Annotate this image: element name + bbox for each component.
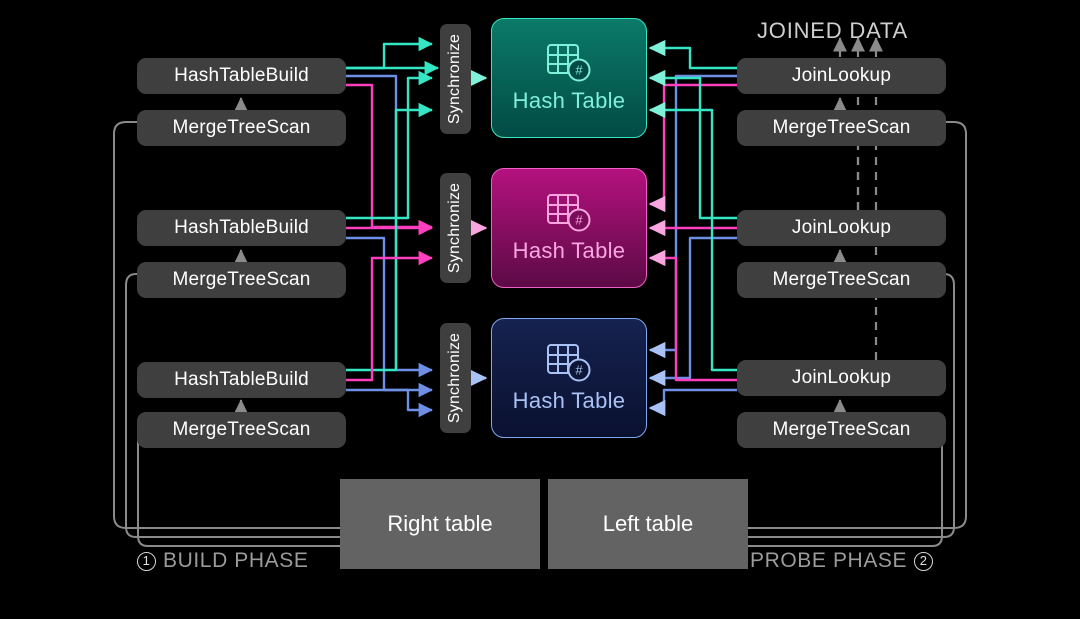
node-label: HashTableBuild [174, 217, 309, 238]
node-label: HashTableBuild [174, 65, 309, 86]
svg-text:#: # [575, 63, 583, 78]
left-table-box[interactable]: Left table [548, 479, 748, 569]
node-label: JoinLookup [791, 65, 892, 86]
hash-table-icon: # [545, 42, 593, 84]
node-label: MergeTreeScan [772, 269, 911, 290]
node-hashtablebuild-1[interactable]: HashTableBuild [137, 58, 346, 94]
node-synchronize-3[interactable]: Synchronize [440, 323, 471, 433]
phase-text-2: PROBE PHASE [750, 549, 908, 572]
node-mergetreescan-right-1[interactable]: MergeTreeScan [737, 110, 946, 146]
node-label: MergeTreeScan [772, 117, 911, 138]
node-hashtablebuild-2[interactable]: HashTableBuild [137, 210, 346, 246]
hash-table-3[interactable]: # Hash Table [491, 318, 647, 438]
phase-text-1: BUILD PHASE [163, 549, 309, 572]
hash-table-icon: # [545, 192, 593, 234]
node-hashtablebuild-3[interactable]: HashTableBuild [137, 362, 346, 398]
build-phase-label: 1 BUILD PHASE [137, 549, 308, 573]
node-label: Synchronize [446, 33, 464, 125]
diagram-canvas: HashTableBuild MergeTreeScan HashTableBu… [0, 0, 1080, 619]
svg-text:#: # [575, 363, 583, 378]
right-table-box[interactable]: Right table [340, 479, 540, 569]
hash-table-2[interactable]: # Hash Table [491, 168, 647, 288]
node-mergetreescan-right-2[interactable]: MergeTreeScan [737, 262, 946, 298]
node-synchronize-1[interactable]: Synchronize [440, 24, 471, 134]
hash-table-label: Hash Table [512, 238, 626, 263]
node-joinlookup-2[interactable]: JoinLookup [737, 210, 946, 246]
node-label: JoinLookup [791, 367, 892, 388]
joined-data-label: JOINED DATA [757, 18, 908, 43]
node-label: JoinLookup [791, 217, 892, 238]
node-synchronize-2[interactable]: Synchronize [440, 173, 471, 283]
hash-table-label: Hash Table [512, 88, 626, 113]
node-mergetreescan-left-1[interactable]: MergeTreeScan [137, 110, 346, 146]
node-label: HashTableBuild [174, 369, 309, 390]
svg-text:#: # [575, 213, 583, 228]
hash-table-label: Hash Table [512, 388, 626, 413]
hash-table-1[interactable]: # Hash Table [491, 18, 647, 138]
right-table-label: Right table [387, 511, 493, 536]
node-joinlookup-3[interactable]: JoinLookup [737, 360, 946, 396]
node-mergetreescan-right-3[interactable]: MergeTreeScan [737, 412, 946, 448]
probe-phase-label: PROBE PHASE 2 [750, 549, 934, 573]
node-label: Synchronize [446, 182, 464, 274]
node-label: MergeTreeScan [172, 117, 311, 138]
node-mergetreescan-left-2[interactable]: MergeTreeScan [137, 262, 346, 298]
phase-number-1: 1 [137, 551, 156, 571]
node-label: MergeTreeScan [172, 419, 311, 440]
left-table-label: Left table [602, 511, 694, 536]
phase-number-2: 2 [914, 551, 934, 571]
node-mergetreescan-left-3[interactable]: MergeTreeScan [137, 412, 346, 448]
hash-table-icon: # [545, 342, 593, 384]
node-label: Synchronize [446, 332, 464, 424]
node-label: MergeTreeScan [772, 419, 911, 440]
node-label: MergeTreeScan [172, 269, 311, 290]
node-joinlookup-1[interactable]: JoinLookup [737, 58, 946, 94]
